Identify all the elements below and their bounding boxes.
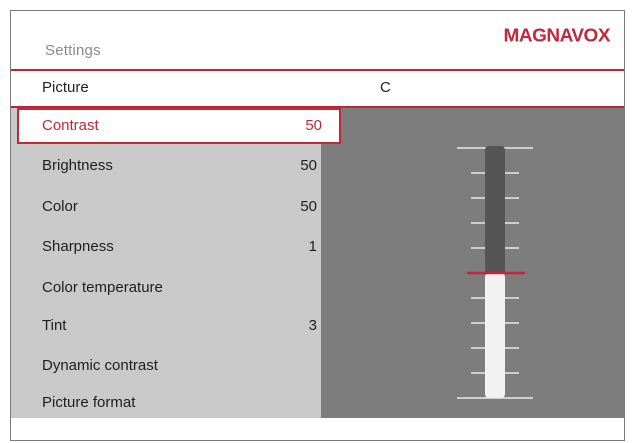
menu-item-value: 1 [308, 238, 317, 255]
slider-track-upper [485, 146, 505, 277]
contrast-slider[interactable] [321, 108, 625, 418]
brand-logo: MAGNAVOX [503, 26, 611, 47]
menu-item-label: Picture format [42, 394, 136, 411]
menu-item-contrast[interactable]: Contrast 50 [17, 108, 341, 144]
slider-track-lower [485, 273, 505, 398]
menu-item-color-temperature[interactable]: Color temperature [11, 270, 321, 306]
footer [11, 418, 624, 440]
page-title: Settings [45, 42, 101, 59]
menu-item-value: 50 [300, 157, 317, 174]
menu-item-brightness[interactable]: Brightness 50 [11, 148, 321, 184]
breadcrumb-label: Picture [42, 79, 89, 96]
menu-item-label: Color temperature [42, 279, 163, 296]
menu-item-sharpness[interactable]: Sharpness 1 [11, 229, 321, 265]
menu-item-label: Sharpness [42, 238, 114, 255]
header: Settings MAGNAVOX [11, 11, 624, 69]
breadcrumb-value: C [380, 79, 391, 96]
menu-item-picture-format[interactable]: Picture format [11, 385, 321, 421]
menu-item-dynamic-contrast[interactable]: Dynamic contrast [11, 348, 321, 384]
slider-panel [321, 108, 625, 418]
menu-item-value: 50 [305, 117, 322, 134]
tv-settings-window: Settings MAGNAVOX Picture C Contrast 50 … [10, 10, 625, 441]
menu-item-label: Tint [42, 317, 67, 334]
menu-item-value: 50 [300, 198, 317, 215]
menu-item-label: Brightness [42, 157, 113, 174]
menu-item-label: Color [42, 198, 78, 215]
menu-item-color[interactable]: Color 50 [11, 189, 321, 225]
menu-item-label: Dynamic contrast [42, 357, 158, 374]
menu-item-value: 3 [308, 317, 317, 334]
breadcrumb: Picture C [11, 71, 624, 106]
menu-item-label: Contrast [42, 117, 99, 134]
menu-item-tint[interactable]: Tint 3 [11, 308, 321, 344]
